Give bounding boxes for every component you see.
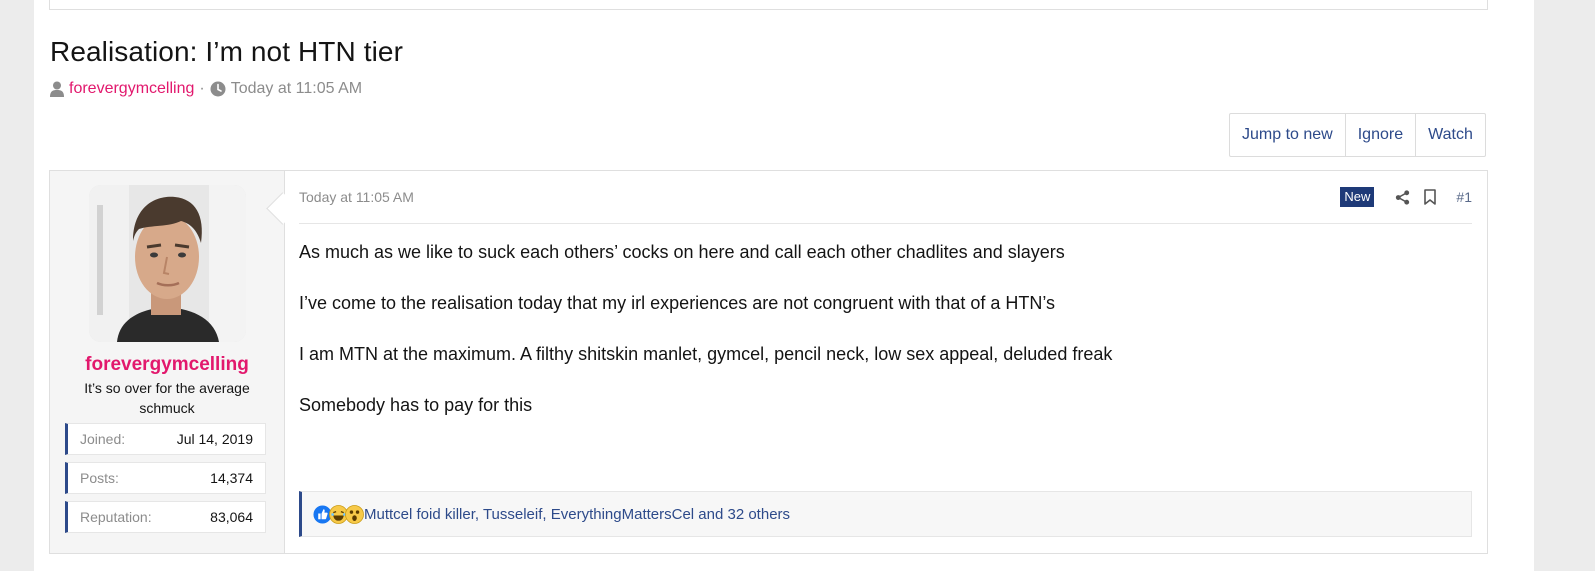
bookmark-icon[interactable]	[1416, 189, 1444, 205]
thread-action-buttons: Jump to new Ignore Watch	[1229, 113, 1486, 157]
post: forevergymcelling It’s so over for the a…	[49, 170, 1488, 554]
ignore-button[interactable]: Ignore	[1346, 114, 1417, 156]
thread-meta: forevergymcelling · Today at 11:05 AM	[50, 80, 362, 98]
user-icon	[50, 81, 64, 97]
stat-joined: Joined: Jul 14, 2019	[65, 423, 266, 455]
post-header: Today at 11:05 AM New #1	[299, 187, 1472, 224]
post-paragraph: As much as we like to suck each others’ …	[299, 242, 1065, 262]
stat-label: Reputation:	[80, 509, 152, 525]
post-username[interactable]: forevergymcelling	[50, 354, 284, 376]
user-info-panel: forevergymcelling It’s so over for the a…	[50, 171, 299, 553]
user-title: It’s so over for the average schmuck	[84, 380, 250, 416]
share-icon[interactable]	[1388, 189, 1416, 205]
post-main: Today at 11:05 AM New #1 As much as we l…	[285, 171, 1487, 553]
stat-reputation: Reputation: 83,064	[65, 501, 266, 533]
stat-posts: Posts: 14,374	[65, 462, 266, 494]
shocked-icon[interactable]	[345, 504, 364, 524]
reactions-list-link[interactable]: Muttcel foid killer, Tusseleif, Everythi…	[364, 506, 790, 523]
reaction-icons	[313, 504, 364, 524]
jump-to-new-button[interactable]: Jump to new	[1230, 114, 1346, 156]
page: Realisation: I’m not HTN tier forevergym…	[34, 0, 1534, 571]
thread-title: Realisation: I’m not HTN tier	[50, 36, 404, 67]
post-actions: New #1	[1340, 187, 1472, 207]
post-paragraph: Somebody has to pay for this	[299, 395, 533, 415]
avatar[interactable]	[89, 185, 246, 342]
clock-icon	[210, 81, 226, 97]
watch-button[interactable]: Watch	[1416, 114, 1485, 156]
post-body: As much as we like to suck each others’ …	[299, 241, 1399, 445]
stat-label: Joined:	[80, 431, 126, 447]
post-number-link[interactable]: #1	[1456, 189, 1472, 205]
stat-value: 83,064	[210, 509, 253, 525]
post-paragraph: I am MTN at the maximum. A filthy shitsk…	[299, 344, 1113, 364]
post-date[interactable]: Today at 11:05 AM	[299, 189, 414, 205]
previous-block	[49, 0, 1488, 10]
stat-value: Jul 14, 2019	[176, 431, 253, 447]
thread-author-link[interactable]: forevergymcelling	[69, 80, 194, 98]
stat-label: Posts:	[80, 470, 119, 486]
thread-date[interactable]: Today at 11:05 AM	[231, 80, 362, 98]
stat-value[interactable]: 14,374	[210, 470, 253, 486]
meta-separator: ·	[199, 80, 205, 97]
reactions-bar: Muttcel foid killer, Tusseleif, Everythi…	[299, 491, 1472, 537]
new-badge: New	[1340, 187, 1375, 207]
post-paragraph: I’ve come to the realisation today that …	[299, 293, 1056, 313]
